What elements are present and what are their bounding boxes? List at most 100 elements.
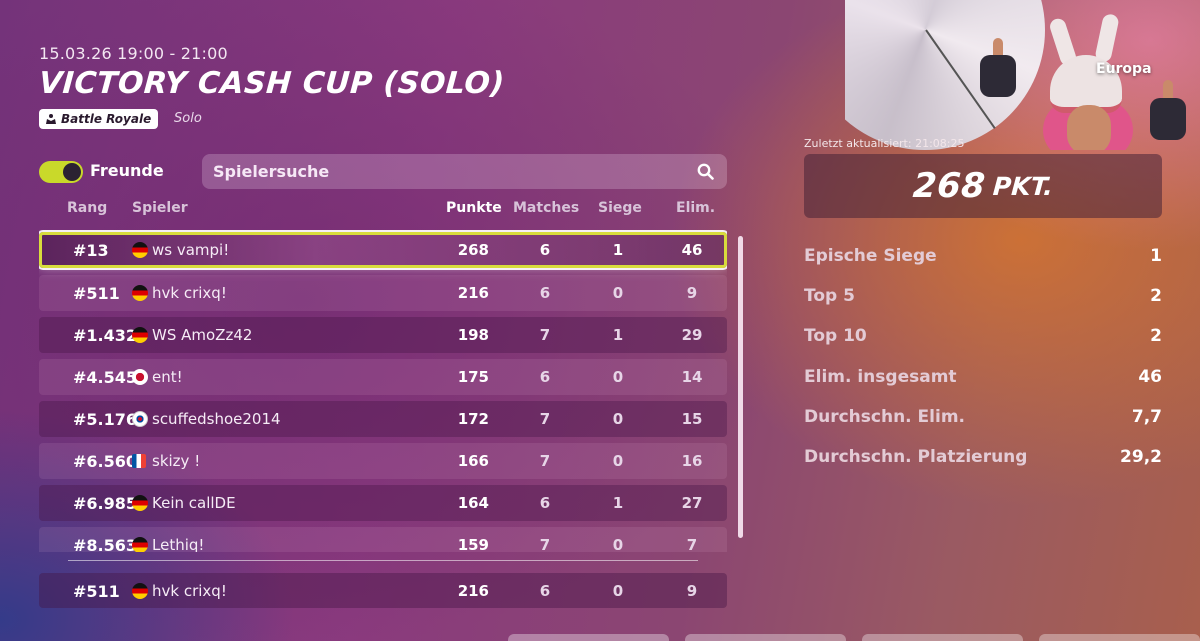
bottom-action-button[interactable] (685, 634, 846, 641)
flag-germany-icon (132, 583, 148, 599)
column-header-matches[interactable]: Matches (513, 200, 579, 216)
row-player-name: ws vampi! (152, 241, 230, 259)
total-score-unit: PKT. (992, 171, 1055, 201)
row-rank: #5.176 (73, 409, 138, 429)
leaderboard-row[interactable]: #8.563 Lethiq! 159 7 0 7 (39, 527, 727, 552)
flag-germany-icon (132, 242, 148, 258)
leaderboard-row[interactable]: #6.560 skizy ! 166 7 0 16 (39, 443, 727, 479)
leaderboard-row[interactable]: #6.985 Kein callDE 164 6 1 27 (39, 485, 727, 521)
row-matches: 7 (539, 326, 551, 344)
leaderboard-scrollbar[interactable] (738, 236, 743, 538)
my-rank-row[interactable]: #511 hvk crixq! 216 6 0 9 (39, 573, 727, 608)
row-matches: 6 (539, 582, 551, 600)
row-elims: 9 (686, 582, 698, 600)
row-wins: 0 (612, 284, 624, 302)
column-header-points[interactable]: Punkte (446, 200, 502, 216)
row-points: 175 (457, 368, 489, 386)
flag-germany-icon (132, 327, 148, 343)
row-rank: #6.985 (73, 493, 138, 513)
leaderboard-row[interactable]: #4.545 ent! 175 6 0 14 (39, 359, 727, 395)
player-search-input[interactable]: Spielersuche (202, 154, 727, 189)
row-wins: 0 (612, 536, 624, 552)
total-score-box: 268 PKT. (804, 154, 1162, 218)
stat-total-elims: Elim. insgesamt 46 (804, 365, 1162, 389)
row-matches: 6 (539, 241, 551, 259)
region-label: Europa (1096, 61, 1152, 77)
row-wins: 0 (612, 410, 624, 428)
row-matches: 7 (539, 410, 551, 428)
row-player-name: skizy ! (152, 452, 201, 470)
row-elims: 16 (681, 452, 703, 470)
row-elims: 7 (686, 536, 698, 552)
bottom-action-bar (508, 634, 1200, 641)
column-header-rank: Rang (67, 200, 108, 216)
total-score-value: 268 (911, 166, 987, 206)
row-points: 198 (457, 326, 489, 344)
row-rank: #1.432 (73, 325, 138, 345)
row-points: 166 (457, 452, 489, 470)
stat-avg-elims: Durchschn. Elim. 7,7 (804, 405, 1162, 429)
row-rank: #511 (73, 581, 120, 601)
leaderboard-row[interactable]: #1.432 WS AmoZz42 198 7 1 29 (39, 317, 727, 353)
stat-label: Top 5 (804, 286, 855, 306)
row-wins: 1 (612, 241, 624, 259)
leaderboard-row-selected[interactable]: #13 ws vampi! 268 6 1 46 (39, 232, 727, 268)
column-header-elims[interactable]: Elim. (676, 200, 715, 216)
stat-avg-placement: Durchschn. Platzierung 29,2 (804, 445, 1162, 469)
stat-value: 2 (1150, 326, 1162, 346)
flag-korea-icon (132, 411, 148, 427)
scrollbar-thumb[interactable] (738, 236, 743, 538)
stat-value: 7,7 (1131, 407, 1162, 427)
crown-icon (46, 114, 56, 124)
bottom-action-button[interactable] (862, 634, 1023, 641)
row-matches: 7 (539, 452, 551, 470)
row-wins: 1 (612, 326, 624, 344)
row-matches: 6 (539, 284, 551, 302)
row-points: 159 (457, 536, 489, 552)
leaderboard-row[interactable]: #511 hvk crixq! 216 6 0 9 (39, 275, 727, 311)
leaderboard-list: #13 ws vampi! 268 6 1 46 #511 hvk crixq!… (39, 230, 727, 552)
flag-germany-icon (132, 537, 148, 552)
stat-label: Epische Siege (804, 246, 937, 266)
row-rank: #13 (73, 240, 109, 260)
flag-germany-icon (132, 495, 148, 511)
stat-value: 2 (1150, 286, 1162, 306)
row-elims: 14 (681, 368, 703, 386)
row-elims: 29 (681, 326, 703, 344)
row-player-name: hvk crixq! (152, 284, 227, 302)
flag-germany-icon (132, 285, 148, 301)
toggle-knob (63, 163, 81, 181)
mode-badge-label: Battle Royale (61, 112, 152, 126)
mode-badge: Battle Royale (39, 109, 159, 129)
row-points: 164 (457, 494, 489, 512)
stat-value: 1 (1150, 246, 1162, 266)
row-player-name: WS AmoZz42 (152, 326, 253, 344)
row-matches: 7 (539, 536, 551, 552)
row-player-name: Lethiq! (152, 536, 205, 552)
stat-top5: Top 5 2 (804, 284, 1162, 308)
row-elims: 15 (681, 410, 703, 428)
stat-label: Top 10 (804, 326, 867, 346)
stat-label: Durchschn. Elim. (804, 407, 965, 427)
leaderboard-row[interactable]: #5.176 scuffedshoe2014 172 7 0 15 (39, 401, 727, 437)
row-wins: 0 (612, 368, 624, 386)
stat-epic-wins: Epische Siege 1 (804, 244, 1162, 268)
event-title: VICTORY CASH CUP (SOLO) (37, 66, 506, 101)
bottom-action-button[interactable] (508, 634, 669, 641)
search-icon[interactable] (697, 163, 714, 180)
column-header-wins[interactable]: Siege (598, 200, 642, 216)
friends-toggle[interactable] (39, 161, 83, 183)
row-player-name: ent! (152, 368, 183, 386)
flag-france-icon (132, 454, 146, 468)
bottom-action-button[interactable] (1039, 634, 1200, 641)
row-points: 172 (457, 410, 489, 428)
mode-subtitle: Solo (174, 111, 202, 126)
row-elims: 46 (681, 241, 703, 259)
row-elims: 9 (686, 284, 698, 302)
stat-label: Elim. insgesamt (804, 367, 957, 387)
stat-top10: Top 10 2 (804, 324, 1162, 348)
row-elims: 27 (681, 494, 703, 512)
last-updated: Zuletzt aktualisiert: 21:08:25 (804, 137, 965, 150)
stat-value: 46 (1138, 367, 1162, 387)
row-wins: 0 (612, 582, 624, 600)
